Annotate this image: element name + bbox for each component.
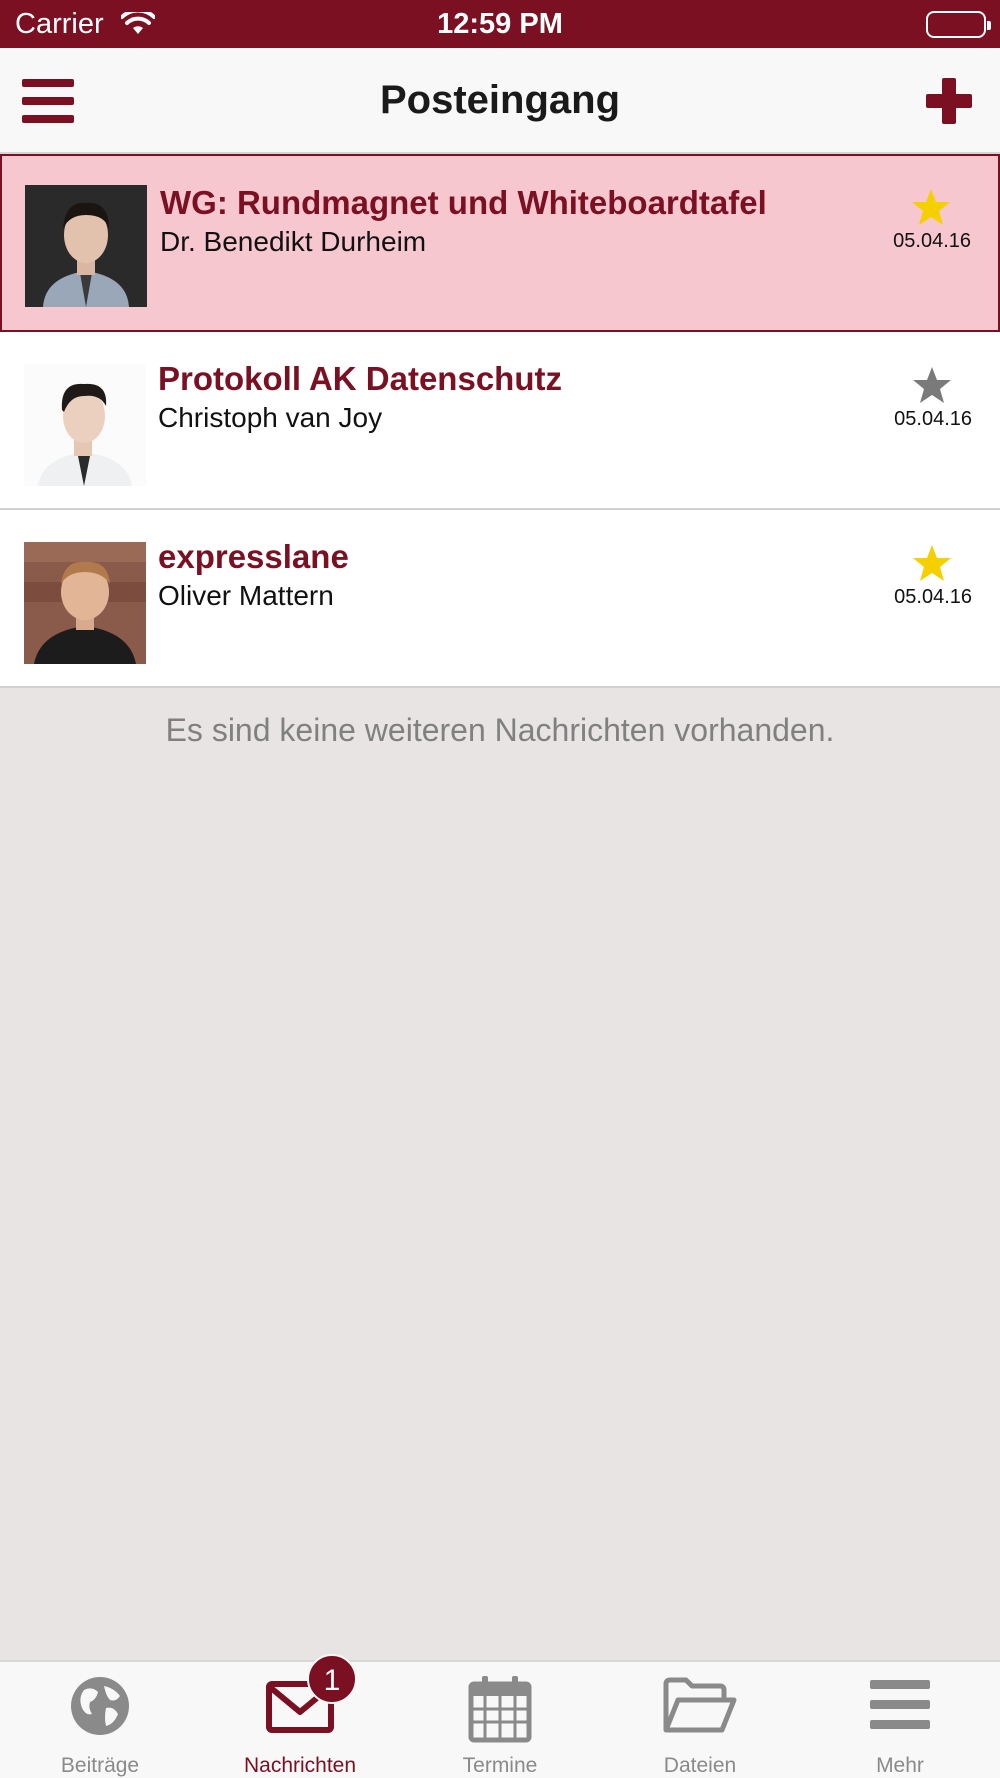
message-date: 05.04.16 — [893, 230, 971, 252]
folder-icon — [662, 1676, 738, 1741]
battery-icon — [926, 11, 991, 38]
sender-avatar — [24, 542, 146, 664]
tab-label: Nachrichten — [243, 1754, 357, 1777]
tab-nachrichten[interactable]: 1 Nachrichten — [200, 1654, 400, 1778]
hamburger-menu-button[interactable] — [22, 79, 74, 123]
star-outline-icon[interactable] — [912, 366, 952, 404]
page-title: Posteingang — [379, 78, 621, 122]
status-bar: Carrier 12:59 PM — [0, 0, 1000, 48]
message-sender: Christoph van Joy — [158, 402, 383, 433]
clock: 12:59 PM — [437, 8, 563, 40]
message-subject: WG: Rundmagnet und Whiteboardtafel — [160, 184, 767, 221]
message-row[interactable]: expresslane Oliver Mattern 05.04.16 — [0, 510, 1000, 688]
tab-label: Mehr — [876, 1754, 924, 1777]
compose-plus-button[interactable] — [926, 78, 972, 124]
message-sender: Dr. Benedikt Durheim — [160, 226, 427, 257]
tab-dateien[interactable]: Dateien — [600, 1662, 800, 1778]
message-row[interactable]: Protokoll AK Datenschutz Christoph van J… — [0, 332, 1000, 510]
tab-label: Dateien — [663, 1754, 737, 1777]
tab-beitraege[interactable]: Beiträge — [0, 1662, 200, 1778]
calendar-icon — [468, 1676, 532, 1749]
no-more-messages-note: Es sind keine weiteren Nachrichten vorha… — [165, 712, 835, 748]
sender-avatar — [24, 364, 146, 486]
message-sender: Oliver Mattern — [158, 580, 334, 611]
navigation-bar: Posteingang — [0, 48, 1000, 154]
message-date: 05.04.16 — [894, 586, 972, 608]
message-list: WG: Rundmagnet und Whiteboardtafel Dr. B… — [0, 154, 1000, 688]
tab-label: Termine — [462, 1754, 538, 1777]
tab-bar: Beiträge 1 Nachrichten Termine Dateien M… — [0, 1654, 1000, 1778]
menu-icon — [870, 1676, 930, 1737]
message-subject: Protokoll AK Datenschutz — [158, 360, 562, 397]
message-row[interactable]: WG: Rundmagnet und Whiteboardtafel Dr. B… — [0, 154, 1000, 332]
star-filled-icon[interactable] — [911, 188, 951, 226]
tab-termine[interactable]: Termine — [400, 1662, 600, 1778]
star-filled-icon[interactable] — [912, 544, 952, 582]
message-date: 05.04.16 — [894, 408, 972, 430]
sender-avatar — [25, 185, 147, 307]
tab-mehr[interactable]: Mehr — [800, 1662, 1000, 1778]
tab-label: Beiträge — [60, 1754, 140, 1777]
message-subject: expresslane — [158, 538, 349, 575]
unread-count-badge: 1 — [307, 1654, 357, 1704]
globe-icon — [70, 1676, 130, 1741]
